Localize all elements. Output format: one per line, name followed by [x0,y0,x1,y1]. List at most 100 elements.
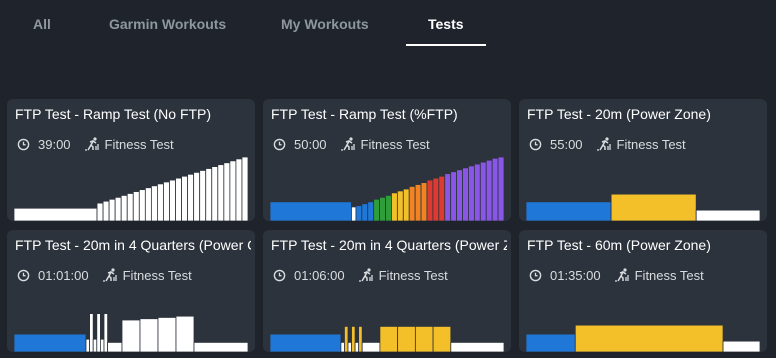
workout-title: FTP Test - Ramp Test (No FTP) [15,106,212,122]
workout-step-bar [473,163,481,221]
workout-step-bar [610,193,697,221]
workout-step-bar [114,196,122,221]
workout-step-bar [175,315,195,352]
workout-step-bar [361,342,381,352]
workout-step-bar [397,326,416,352]
workout-step-bar [354,342,360,352]
workout-step-bar [361,203,369,221]
workout-step-bar [187,173,195,221]
workout-step-bar [402,188,410,221]
workout-card[interactable]: FTP Test - 60m (Power Zone) 01:35:00 Fit… [519,230,767,352]
clock-icon [17,269,30,281]
workout-step-bar [169,179,176,221]
workout-duration: 39:00 [38,136,71,152]
workout-step-bar [144,187,152,221]
workout-step-bar [414,326,434,352]
workout-step-bar [96,313,101,352]
workout-step-bar [408,186,416,221]
workout-step-bar [344,326,349,352]
workout-profile-chart [526,324,760,352]
workout-step-bar [574,324,724,352]
workout-step-bar [223,162,231,221]
workout-step-bar [450,342,504,352]
workout-step-bar [229,160,237,221]
workout-step-bar [340,342,345,352]
workout-step-bar [379,196,386,221]
workout-card[interactable]: FTP Test - 20m (Power Zone) 55:00 Fitnes… [519,99,767,221]
workout-title: FTP Test - 20m in 4 Quarters (Power C [15,237,251,253]
workout-step-bar [456,169,463,221]
fitness-test-icon [84,137,99,151]
workout-step-bar [241,156,248,221]
workout-step-bar [426,179,434,221]
workout-card[interactable]: FTP Test - 20m in 4 Quarters (Power C 01… [7,230,255,352]
workout-step-bar [92,338,98,352]
workout-card[interactable]: FTP Test - Ramp Test (%FTP) 50:00 Fitnes… [263,99,511,221]
workout-step-bar [438,175,446,221]
tab-all[interactable]: All [33,16,51,32]
workout-step-bar [157,183,164,221]
workout-step-bar [14,207,98,221]
workout-step-bar [351,326,356,352]
tab-bar: All Garmin Workouts My Workouts Tests [0,0,776,48]
workout-title: FTP Test - 20m (Power Zone) [527,106,711,122]
fitness-test-icon [614,268,629,282]
tab-my-workouts[interactable]: My Workouts [281,16,369,32]
workout-step-bar [351,206,357,221]
workout-category: Fitness Test [360,136,430,152]
workout-step-bar [695,209,760,221]
workout-step-bar [270,201,352,221]
workout-title: FTP Test - 60m (Power Zone) [527,237,711,253]
workout-step-bar [355,205,363,221]
workout-step-bar [193,342,248,352]
workout-profile-chart [526,193,760,221]
workout-step-bar [497,156,504,221]
fitness-test-icon [596,137,611,151]
workout-step-bar [193,171,201,221]
workout-step-bar [235,158,243,221]
workout-step-bar [150,185,158,221]
workout-title: FTP Test - Ramp Test (%FTP) [271,106,458,122]
workout-step-bar [526,333,576,352]
workout-step-bar [139,318,159,352]
workout-step-bar [270,333,342,352]
workout-category: Fitness Test [616,136,686,152]
workout-step-bar [126,193,134,221]
workout-profile-chart [14,156,248,221]
tab-garmin-workouts[interactable]: Garmin Workouts [109,16,226,32]
clock-icon [273,138,286,150]
workout-duration: 50:00 [294,136,327,152]
workout-step-bar [89,313,94,352]
workout-step-bar [379,326,399,352]
workout-step-bar [121,319,141,352]
workout-card[interactable]: FTP Test - 20m in 4 Quarters (Power Z 01… [263,230,511,352]
workout-step-bar [100,338,105,352]
clock-icon [17,138,30,150]
workout-category: Fitness Test [104,136,174,152]
workout-step-bar [391,192,398,221]
workout-step-bar [358,326,363,352]
workout-step-bar [175,177,182,221]
workout-card[interactable]: FTP Test - Ramp Test (No FTP) 39:00 Fitn… [7,99,255,221]
tab-tests[interactable]: Tests [428,16,464,32]
workout-step-bar [444,173,452,221]
workout-title: FTP Test - 20m in 4 Quarters (Power Z [271,237,507,253]
workout-step-bar [205,168,213,221]
workout-duration: 01:06:00 [294,267,345,283]
workout-step-bar [157,317,177,352]
workout-step-bar [96,202,104,221]
workout-step-bar [14,333,87,352]
clock-icon [529,269,542,281]
workout-step-bar [373,198,380,221]
workout-step-bar [132,191,140,221]
workout-step-bar [181,175,189,221]
workout-step-bar [108,198,116,221]
workout-step-bar [102,200,110,221]
workout-category: Fitness Test [378,267,448,283]
workout-step-bar [217,164,225,221]
workout-duration: 01:35:00 [550,267,601,283]
workout-step-bar [432,326,452,352]
workout-meta: 50:00 Fitness Test [273,136,430,152]
workout-category: Fitness Test [122,267,192,283]
workout-profile-chart [14,313,248,352]
